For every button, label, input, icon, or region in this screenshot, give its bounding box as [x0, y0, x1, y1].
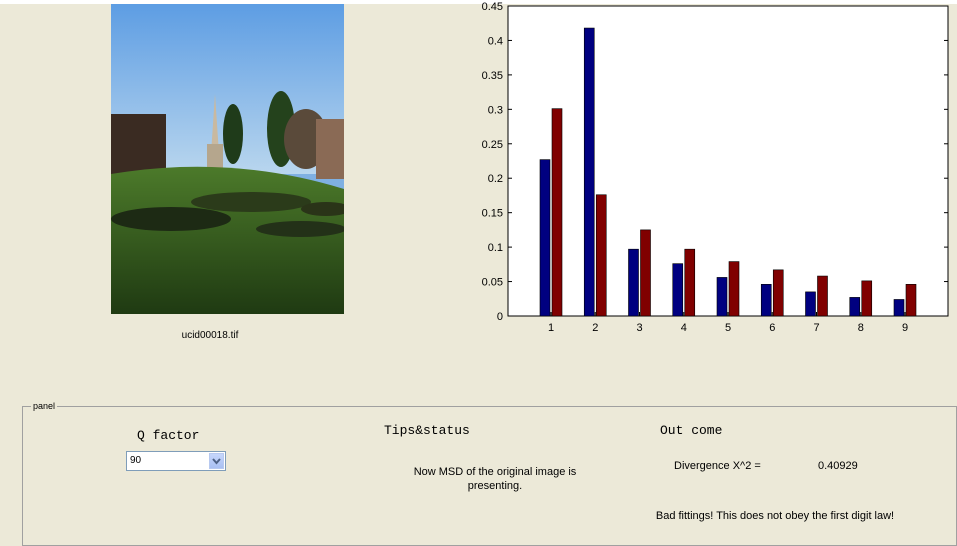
q-factor-label: Q factor [137, 428, 200, 443]
divergence-value: 0.40929 [818, 460, 858, 472]
y-tick-label: 0 [497, 311, 503, 323]
bar-series-1 [805, 291, 816, 317]
bar-series-2 [905, 284, 917, 317]
bar-series-1 [672, 263, 684, 317]
verdict-text: Bad fittings! This does not obey the fir… [655, 510, 895, 522]
outcome-label: Out come [660, 423, 723, 438]
x-tick-label: 6 [769, 322, 775, 334]
bar-series-1 [893, 299, 905, 317]
x-tick-label: 8 [858, 322, 864, 334]
tips-status-label: Tips&status [384, 423, 470, 438]
y-tick-label: 0.2 [488, 173, 503, 185]
y-tick-label: 0.1 [488, 242, 503, 254]
y-tick-label: 0.45 [482, 1, 503, 13]
panel-title: panel [31, 401, 58, 411]
x-tick-label: 5 [725, 322, 731, 334]
bar-series-1 [583, 27, 595, 317]
bar-series-1 [628, 248, 639, 317]
dropdown-button[interactable] [209, 453, 224, 469]
divergence-label: Divergence X^2 = [674, 460, 761, 472]
x-tick-label: 2 [592, 322, 598, 334]
plot-area [507, 5, 949, 317]
y-tick-label: 0.4 [488, 35, 503, 47]
x-tick-label: 4 [681, 322, 687, 334]
digit-distribution-chart: 0 0.05 0.1 0.15 0.2 0.25 0.3 0.35 0.4 0.45 1 2 3 4 5 6… [482, 1, 949, 334]
x-tick-label: 9 [902, 322, 908, 334]
x-tick-label: 1 [548, 322, 554, 334]
bar-series-2 [817, 275, 828, 317]
q-factor-value: 90 [130, 455, 142, 466]
bar-series-2 [728, 261, 740, 317]
bar-series-2 [861, 280, 873, 317]
status-text: Now MSD of the original image is present… [413, 466, 577, 492]
bar-series-2 [684, 248, 696, 317]
bar-series-1 [539, 159, 551, 317]
y-tick-label: 0.3 [488, 104, 503, 116]
bar-series-1 [716, 277, 728, 317]
x-tick-label: 3 [636, 322, 642, 334]
x-tick-label: 7 [813, 322, 819, 334]
bar-series-2 [551, 108, 563, 317]
y-tick-label: 0.35 [482, 70, 503, 82]
bar-series-1 [760, 284, 772, 317]
chevron-down-icon [212, 458, 221, 465]
q-factor-select[interactable]: 90 [126, 451, 226, 471]
bar-series-2 [640, 229, 651, 317]
bar-series-2 [772, 269, 784, 317]
y-tick-label: 0.25 [482, 139, 503, 151]
bar-series-1 [849, 297, 861, 317]
y-tick-label: 0.15 [482, 208, 503, 220]
y-tick-label: 0.05 [482, 277, 503, 289]
bar-series-2 [595, 194, 607, 317]
